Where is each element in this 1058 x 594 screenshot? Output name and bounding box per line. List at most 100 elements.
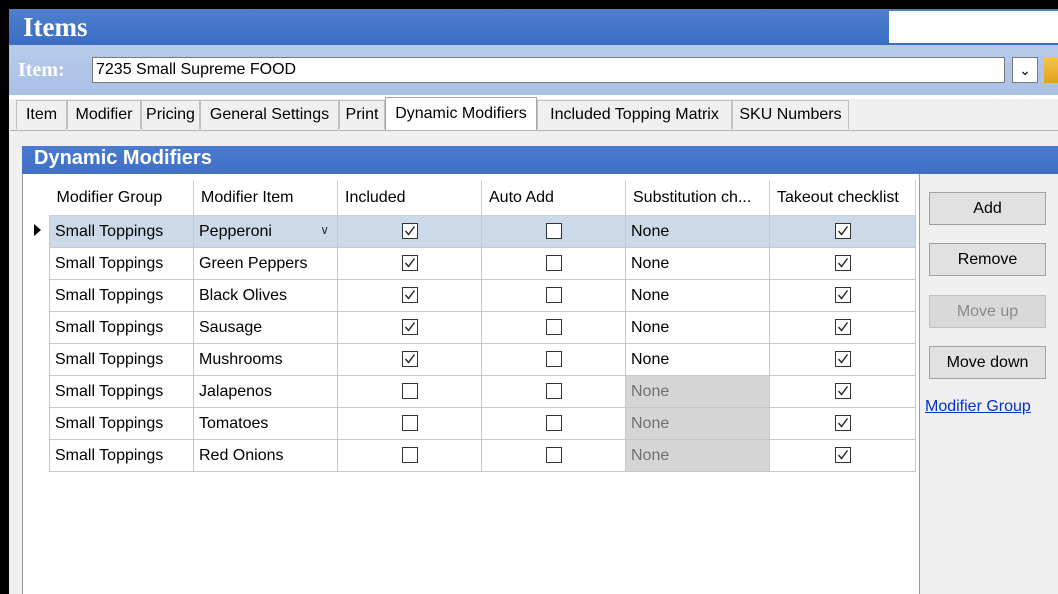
modifier-group-cell[interactable]: Small Toppings — [49, 279, 194, 312]
tab-label: Print — [345, 106, 379, 123]
modifier-item-cell[interactable]: Jalapenos — [193, 375, 338, 408]
table-row[interactable]: Small Toppings Sausage None — [49, 311, 916, 344]
section-title: Dynamic Modifiers — [34, 147, 212, 169]
modifier-item-text: Red Onions — [199, 446, 284, 464]
included-checkbox[interactable] — [401, 383, 418, 400]
auto-add-checkbox[interactable] — [545, 447, 562, 464]
window-titlebar: Items — [9, 9, 1058, 45]
modifier-item-cell[interactable]: Green Peppers — [193, 247, 338, 280]
auto-add-cell — [481, 311, 626, 344]
modifier-item-cell[interactable]: Pepperoni ∨ — [193, 215, 338, 248]
modifier-item-cell[interactable]: Red Onions — [193, 439, 338, 472]
included-checkbox[interactable] — [401, 415, 418, 432]
substitution-cell[interactable]: None — [625, 343, 770, 376]
tab-label: Dynamic Modifiers — [395, 105, 527, 122]
column-header[interactable]: Included — [337, 180, 482, 216]
included-checkbox[interactable] — [401, 319, 418, 336]
modifier-group-cell[interactable]: Small Toppings — [49, 247, 194, 280]
table-row[interactable]: Small Toppings Jalapenos None — [49, 375, 916, 408]
modifier-item-cell[interactable]: Tomatoes — [193, 407, 338, 440]
auto-add-cell — [481, 247, 626, 280]
auto-add-cell — [481, 279, 626, 312]
modifier-group-cell[interactable]: Small Toppings — [49, 343, 194, 376]
included-checkbox[interactable] — [401, 287, 418, 304]
column-header[interactable]: Takeout checklist — [769, 180, 916, 216]
table-row[interactable]: Small Toppings Green Peppers None — [49, 247, 916, 280]
column-header[interactable]: Substitution ch... — [625, 180, 770, 216]
takeout-checkbox[interactable] — [834, 287, 851, 304]
column-header[interactable]: Modifier Item — [193, 180, 338, 216]
included-cell — [337, 247, 482, 280]
included-cell — [337, 343, 482, 376]
auto-add-checkbox[interactable] — [545, 383, 562, 400]
auto-add-checkbox[interactable] — [545, 287, 562, 304]
modifier-grid: Modifier Group Modifier Item Included Au… — [49, 180, 916, 472]
tab-general-settings[interactable]: General Settings — [200, 100, 339, 129]
substitution-cell[interactable]: None — [625, 407, 770, 440]
current-row-indicator-icon — [34, 224, 41, 236]
substitution-cell[interactable]: None — [625, 247, 770, 280]
included-checkbox[interactable] — [401, 223, 418, 240]
table-row[interactable]: Small Toppings Mushrooms None — [49, 343, 916, 376]
tab-item[interactable]: Item — [16, 100, 67, 129]
modifier-item-text: Pepperoni — [199, 222, 272, 240]
chevron-down-icon[interactable]: ∨ — [320, 223, 329, 237]
add-button[interactable]: Add — [929, 192, 1046, 225]
item-lookup-icon[interactable] — [1044, 57, 1058, 83]
takeout-checkbox[interactable] — [834, 415, 851, 432]
tab-label: Pricing — [146, 106, 195, 123]
move-down-button[interactable]: Move down — [929, 346, 1046, 379]
auto-add-checkbox[interactable] — [545, 319, 562, 336]
table-row[interactable]: Small Toppings Pepperoni ∨ None — [49, 215, 916, 248]
substitution-cell[interactable]: None — [625, 311, 770, 344]
modifier-item-cell[interactable]: Sausage — [193, 311, 338, 344]
auto-add-checkbox[interactable] — [545, 415, 562, 432]
takeout-checkbox[interactable] — [834, 383, 851, 400]
modifier-group-cell[interactable]: Small Toppings — [49, 311, 194, 344]
substitution-cell[interactable]: None — [625, 279, 770, 312]
modifier-group-cell[interactable]: Small Toppings — [49, 407, 194, 440]
modifier-group-cell[interactable]: Small Toppings — [49, 215, 194, 248]
auto-add-checkbox[interactable] — [545, 255, 562, 272]
takeout-cell — [769, 407, 916, 440]
takeout-cell — [769, 215, 916, 248]
auto-add-checkbox[interactable] — [545, 351, 562, 368]
tab-pricing[interactable]: Pricing — [141, 100, 200, 129]
takeout-checkbox[interactable] — [834, 319, 851, 336]
tab-sku-numbers[interactable]: SKU Numbers — [732, 100, 849, 129]
table-row[interactable]: Small Toppings Black Olives None — [49, 279, 916, 312]
tab-included-topping-matrix[interactable]: Included Topping Matrix — [537, 100, 732, 129]
chevron-down-icon[interactable]: ⌄ — [1012, 57, 1038, 83]
substitution-cell[interactable]: None — [625, 439, 770, 472]
title-search-box[interactable] — [889, 11, 1058, 43]
included-checkbox[interactable] — [401, 351, 418, 368]
modifier-group-link[interactable]: Modifier Group — [925, 398, 1031, 416]
modifier-item-cell[interactable]: Black Olives — [193, 279, 338, 312]
column-header[interactable]: Modifier Group — [49, 180, 194, 216]
substitution-cell[interactable]: None — [625, 215, 770, 248]
tab-dynamic-modifiers[interactable]: Dynamic Modifiers — [385, 97, 537, 130]
modifier-group-cell[interactable]: Small Toppings — [49, 439, 194, 472]
table-row[interactable]: Small Toppings Tomatoes None — [49, 407, 916, 440]
auto-add-cell — [481, 439, 626, 472]
takeout-checkbox[interactable] — [834, 351, 851, 368]
modifier-item-cell[interactable]: Mushrooms — [193, 343, 338, 376]
included-cell — [337, 279, 482, 312]
takeout-checkbox[interactable] — [834, 447, 851, 464]
takeout-checkbox[interactable] — [834, 255, 851, 272]
takeout-cell — [769, 311, 916, 344]
tab-modifier[interactable]: Modifier — [67, 100, 141, 129]
left-border — [0, 0, 9, 594]
included-checkbox[interactable] — [401, 447, 418, 464]
auto-add-checkbox[interactable] — [545, 223, 562, 240]
table-row[interactable]: Small Toppings Red Onions None — [49, 439, 916, 472]
substitution-cell[interactable]: None — [625, 375, 770, 408]
column-header[interactable]: Auto Add — [481, 180, 626, 216]
item-combobox[interactable]: 7235 Small Supreme FOOD — [92, 57, 1005, 83]
remove-button[interactable]: Remove — [929, 243, 1046, 276]
included-checkbox[interactable] — [401, 255, 418, 272]
modifier-group-cell[interactable]: Small Toppings — [49, 375, 194, 408]
takeout-checkbox[interactable] — [834, 223, 851, 240]
move-up-button[interactable]: Move up — [929, 295, 1046, 328]
tab-print[interactable]: Print — [339, 100, 385, 129]
